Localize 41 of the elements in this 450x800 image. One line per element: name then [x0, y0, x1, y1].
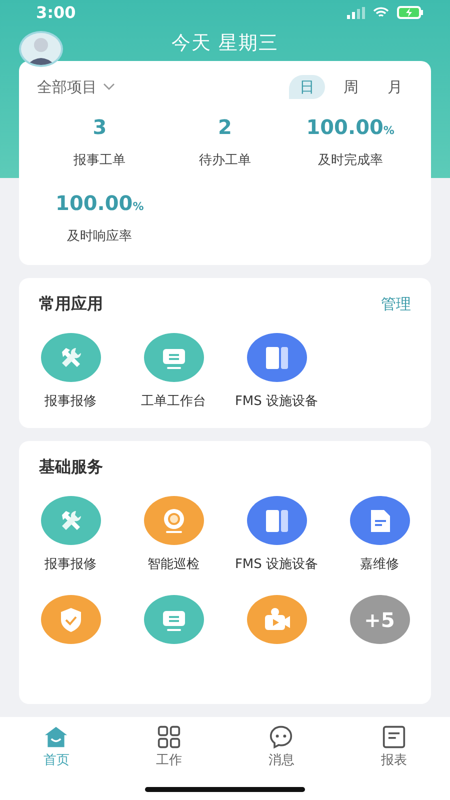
app-label[interactable]: 嘉维修: [360, 555, 399, 573]
section-title: 常用应用: [39, 294, 103, 315]
app-label[interactable]: 工单工作台: [141, 392, 206, 410]
signal-icon: [347, 6, 365, 19]
more-count: +5: [364, 608, 395, 632]
app-icon-button[interactable]: [40, 333, 100, 382]
app-icon-button[interactable]: [144, 595, 204, 644]
app-icon-button[interactable]: [40, 595, 100, 644]
stat-value: 3: [92, 115, 107, 139]
app-icon-button[interactable]: [144, 496, 204, 545]
section-title: 基础服务: [39, 457, 103, 478]
app-icon-button[interactable]: [144, 333, 204, 382]
app-label[interactable]: 报事报修: [44, 392, 96, 410]
stat-value: 100.00%: [56, 191, 144, 215]
app-label[interactable]: 智能巡检: [148, 555, 200, 573]
app-label[interactable]: FMS 设施设备: [234, 392, 318, 410]
app-icon-button[interactable]: [246, 595, 306, 644]
app-label[interactable]: FMS 设施设备: [234, 555, 318, 573]
avatar[interactable]: [19, 30, 63, 67]
stat-value: 2: [218, 115, 232, 139]
stat-label: 报事工单: [74, 152, 126, 169]
app-icon-button[interactable]: [40, 496, 100, 545]
stat-value: 100.00%: [306, 115, 394, 139]
tab-bar-item[interactable]: 消息: [225, 717, 338, 769]
page-title: 今天 星期三: [171, 30, 279, 56]
stat-label: 及时响应率: [67, 228, 132, 245]
status-time: 3:00: [36, 3, 76, 22]
tab-bar-item[interactable]: 报表: [338, 717, 450, 769]
battery-charging-icon: [397, 6, 424, 20]
app-icon-button[interactable]: [246, 333, 306, 382]
period-tab[interactable]: 月: [377, 75, 413, 99]
stat-label: 待办工单: [198, 152, 251, 169]
app-icon-button[interactable]: [246, 496, 306, 545]
tab-bar-item[interactable]: 工作: [112, 717, 225, 769]
project-filter-dropdown[interactable]: 全部项目: [37, 78, 115, 96]
app-icon-button[interactable]: [350, 496, 410, 545]
app-label[interactable]: 报事报修: [44, 555, 96, 573]
period-tab[interactable]: 周: [333, 75, 369, 99]
chevron-down-icon: [103, 83, 115, 91]
stat-label: 及时完成率: [318, 152, 383, 169]
wifi-icon: [373, 6, 389, 19]
